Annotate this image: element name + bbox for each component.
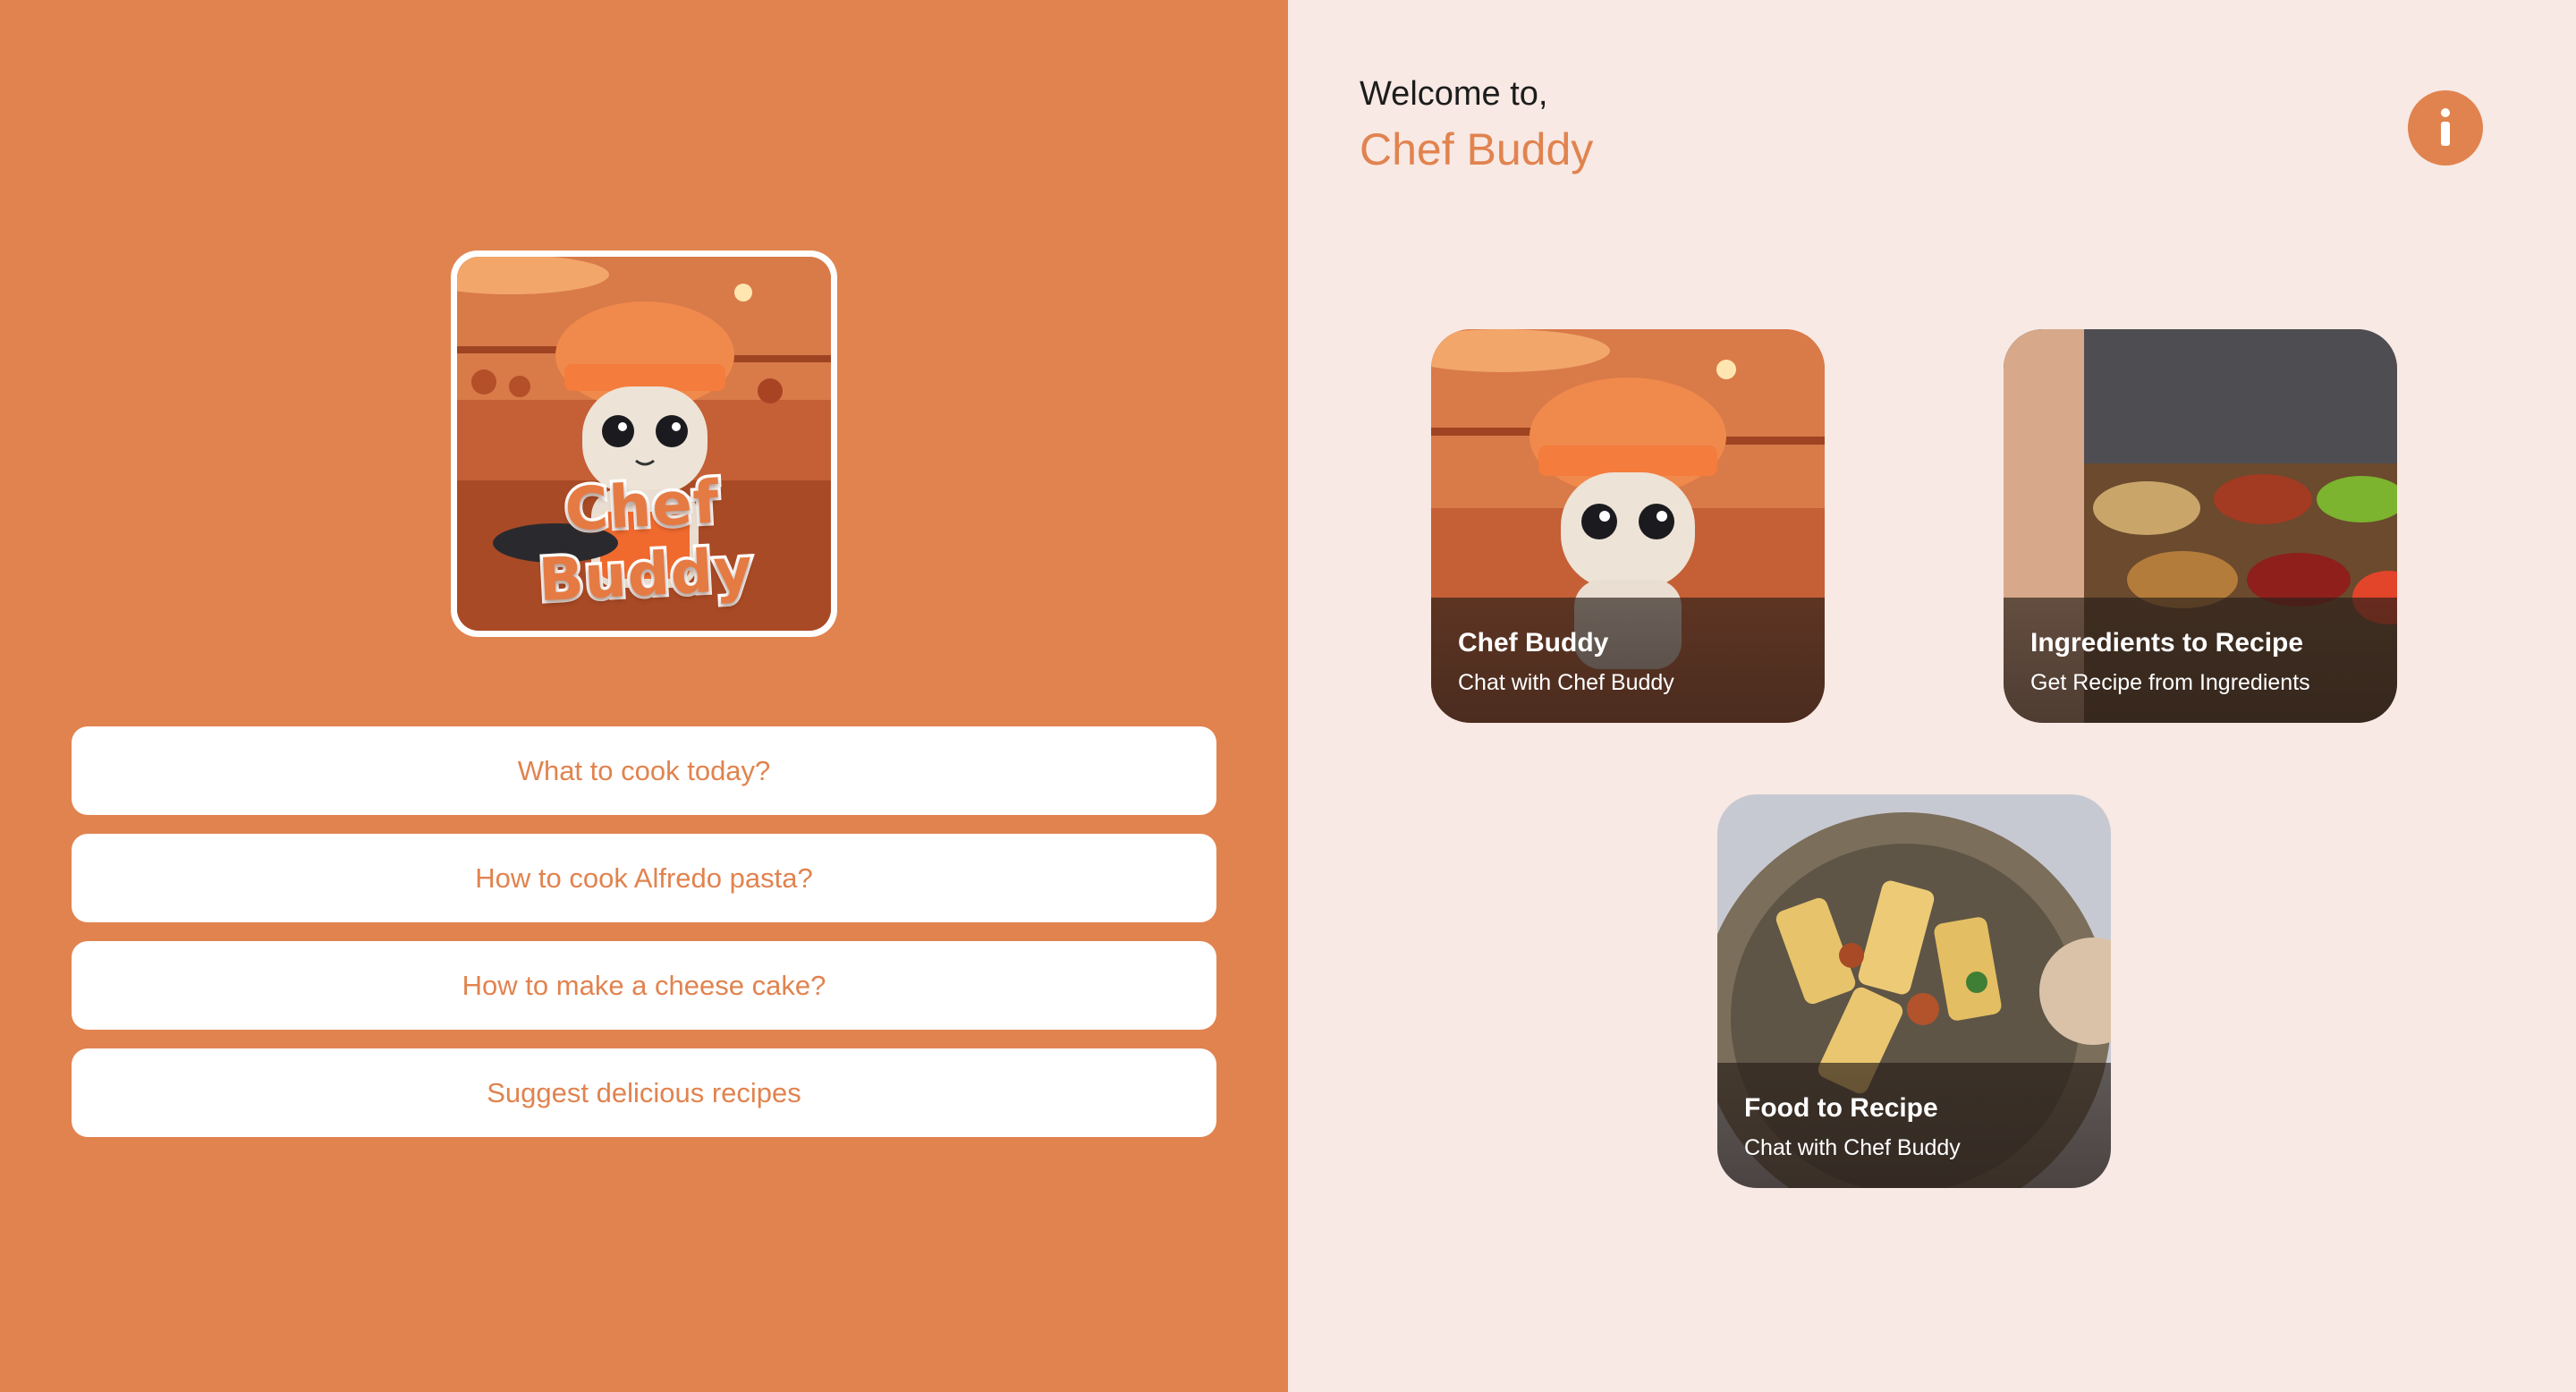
suggestion-button[interactable]: What to cook today?: [72, 726, 1216, 815]
logo-text: Chef Buddy: [534, 464, 758, 618]
card-subtitle: Chat with Chef Buddy: [1744, 1135, 1961, 1160]
card-ingredients-to-recipe[interactable]: Ingredients to Recipe Get Recipe from In…: [2004, 329, 2397, 723]
card-title: Ingredients to Recipe: [2030, 628, 2304, 658]
card-title: Chef Buddy: [1458, 628, 1609, 658]
suggestion-button[interactable]: Suggest delicious recipes: [72, 1048, 1216, 1137]
card-caption: [1717, 1063, 2111, 1188]
left-panel: Chef Buddy What to cook today? How to co…: [0, 0, 1288, 1392]
suggestion-button[interactable]: How to cook Alfredo pasta?: [72, 834, 1216, 922]
card-subtitle: Chat with Chef Buddy: [1458, 670, 1674, 695]
card-title: Food to Recipe: [1744, 1093, 1938, 1123]
suggestion-button[interactable]: How to make a cheese cake?: [72, 941, 1216, 1030]
card-caption: [1431, 598, 1825, 723]
info-button[interactable]: [2408, 90, 2483, 166]
logo-image: Chef Buddy: [457, 257, 831, 631]
card-chef-buddy[interactable]: Chef Buddy Chat with Chef Buddy: [1431, 329, 1825, 723]
page-title: Chef Buddy: [1360, 124, 1594, 174]
card-food-to-recipe[interactable]: Food to Recipe Chat with Chef Buddy: [1717, 794, 2111, 1188]
welcome-text: Welcome to,: [1360, 75, 1548, 113]
suggestion-list: What to cook today? How to cook Alfredo …: [72, 726, 1216, 1156]
card-caption: [2004, 598, 2397, 723]
chef-buddy-logo: Chef Buddy: [451, 250, 837, 637]
card-subtitle: Get Recipe from Ingredients: [2030, 670, 2310, 695]
